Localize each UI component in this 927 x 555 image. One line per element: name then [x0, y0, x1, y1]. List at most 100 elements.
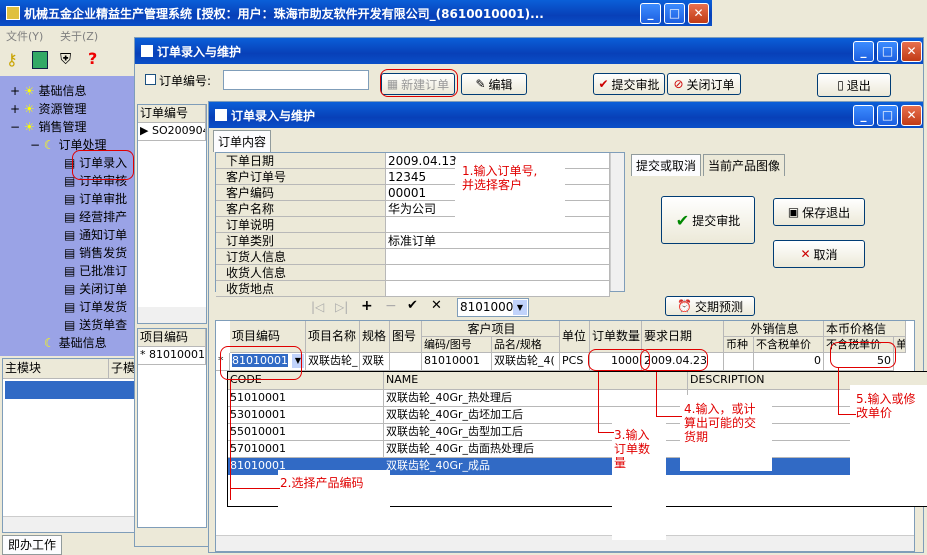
row-ex-tax-price[interactable]: 0 — [754, 353, 824, 371]
cancel-button[interactable]: ✕ 取消 — [773, 240, 865, 268]
sun-icon: ☀ — [23, 102, 35, 116]
detail-scrollbar[interactable] — [216, 535, 914, 551]
maximize-button[interactable]: □ — [664, 3, 685, 24]
front-close-button[interactable]: ✕ — [901, 105, 922, 126]
tree-item-shipping[interactable]: ▤ 销售发货 — [64, 244, 127, 261]
menu-about[interactable]: 关于(Z) — [60, 28, 98, 44]
tree-item-sales[interactable]: − ☀ 销售管理 — [10, 118, 86, 135]
back-close-button[interactable]: ✕ — [901, 41, 922, 62]
tree-item-resource[interactable]: + ☀ 资源管理 — [10, 100, 86, 117]
dropdown-row[interactable]: 55010001 双联齿轮_40Gr_齿型加工后 — [228, 424, 927, 441]
main-title-bar[interactable]: 机械五金企业精益生产管理系统 [授权：用户：珠海市助友软件开发有限公司_(861… — [0, 0, 712, 26]
tree-item-notify[interactable]: ▤ 通知订单 — [64, 226, 127, 243]
tree-label: 已批准订 — [79, 264, 128, 278]
save-exit-button[interactable]: ▣ 保存退出 — [773, 198, 865, 226]
nav-combo-value: 81010001 — [460, 300, 522, 314]
tree-item-basic-info-2[interactable]: ☾ 基础信息 — [44, 334, 107, 351]
header-currency: 币种 — [724, 337, 754, 353]
close-button[interactable]: ✕ — [688, 3, 709, 24]
menu-file[interactable]: 文件(Y) — [6, 28, 43, 44]
dropdown-row[interactable]: 53010001 双联齿轮_40Gr_齿坯加工后 — [228, 407, 927, 424]
submit-approval-button[interactable]: ✔ 提交审批 — [593, 73, 665, 95]
window-icon — [141, 45, 153, 57]
tree-item-approved[interactable]: ▤ 已批准订 — [64, 262, 127, 279]
tab-product-image[interactable]: 当前产品图像 — [703, 154, 786, 176]
forecast-button[interactable]: ⏰ 交期预测 — [665, 296, 755, 316]
field-value[interactable] — [386, 281, 610, 297]
first-record-icon[interactable]: |◁ — [311, 300, 324, 314]
row-unit[interactable]: PCS — [560, 353, 590, 371]
tree-item-order-ship[interactable]: ▤ 订单发货 — [64, 298, 127, 315]
tab-order-content[interactable]: 订单内容 — [213, 130, 272, 152]
dropdown-row[interactable]: 51010001 双联齿轮_40Gr_热处理后 — [228, 390, 927, 407]
fields-scrollbar[interactable] — [610, 153, 624, 291]
shield-icon[interactable]: ⛨ — [60, 50, 71, 68]
cancel-label: 取消 — [813, 247, 838, 262]
calculator-icon[interactable] — [32, 51, 48, 69]
item-list: 项目编码 * 81010001 — [137, 328, 207, 528]
order-list-row[interactable]: ▶ SO200904 — [138, 123, 206, 141]
discard-icon[interactable]: ✕ — [431, 298, 442, 313]
toolbar: ⚷ ⛨ ? — [0, 46, 140, 76]
order-list: 订单编号 ▶ SO200904 — [137, 104, 207, 324]
help-icon[interactable]: ? — [88, 49, 97, 68]
confirm-icon[interactable]: ✔ — [407, 298, 418, 313]
edit-icon: ✎ — [475, 77, 486, 91]
back-minimize-button[interactable]: _ — [853, 41, 874, 62]
back-maximize-button[interactable]: □ — [877, 41, 898, 62]
order-no-input[interactable] — [223, 70, 369, 90]
edit-button[interactable]: ✎ 编辑 — [461, 73, 527, 95]
tree-item-basic-info[interactable]: + ☀ 基础信息 — [10, 82, 86, 99]
add-record-icon[interactable]: + — [361, 298, 373, 314]
save-exit-label: 保存退出 — [802, 205, 851, 220]
horizontal-scrollbar[interactable] — [3, 516, 135, 532]
tree-label: 通知订单 — [79, 228, 128, 242]
submodule-header: 子模 — [109, 359, 137, 379]
sun-icon: ☀ — [23, 84, 35, 98]
tab-submit-label: 提交或取消 — [636, 159, 697, 173]
header-unit: 单位 — [560, 321, 590, 353]
row-cust-code[interactable]: 81010001 — [422, 353, 492, 371]
tree-item-delivery-query[interactable]: ▤ 送货单查 — [64, 316, 127, 333]
nav-combo[interactable]: 81010001 ▼ — [457, 298, 529, 317]
back-title-bar[interactable]: 订单录入与维护 — [135, 38, 923, 64]
row-cust-name[interactable]: 双联齿轮_4( — [492, 353, 560, 371]
dropdown-code: 51010001 — [228, 390, 384, 407]
exit-button[interactable]: ▯ 退出 — [817, 73, 891, 97]
tree-item-order-approve[interactable]: ▤ 订单审批 — [64, 190, 127, 207]
close-order-button[interactable]: ⊘ 关闭订单 — [667, 73, 741, 95]
tab-submit-cancel[interactable]: 提交或取消 — [631, 154, 702, 176]
annotation-5-line-v — [838, 368, 839, 414]
tree-label: 资源管理 — [38, 102, 87, 116]
field-value[interactable] — [386, 249, 610, 265]
no-entry-icon: ⊘ — [673, 77, 684, 91]
order-no-checkbox[interactable] — [145, 74, 156, 85]
tree-item-close-order[interactable]: ▤ 关闭订单 — [64, 280, 127, 297]
item-list-row[interactable]: * 81010001 — [138, 347, 206, 365]
row-spec[interactable]: 双联 — [360, 353, 390, 371]
sun-icon: ☀ — [23, 120, 35, 134]
front-maximize-button[interactable]: □ — [877, 105, 898, 126]
dropdown-code: 53010001 — [228, 407, 384, 424]
front-title-bar[interactable]: 订单录入与维护 — [209, 102, 923, 128]
module-selected-row[interactable] — [5, 381, 135, 399]
minimize-button[interactable]: _ — [640, 3, 661, 24]
row-drawing[interactable] — [390, 353, 422, 371]
field-value[interactable] — [386, 265, 610, 281]
header-customer-item: 客户项目 — [422, 321, 560, 337]
front-minimize-button[interactable]: _ — [853, 105, 874, 126]
tree-item-scheduling[interactable]: ▤ 经营排产 — [64, 208, 127, 225]
field-value[interactable]: 标准订单 — [386, 233, 610, 249]
save-icon: ▣ — [787, 205, 800, 219]
remove-record-icon[interactable]: − — [385, 298, 397, 314]
row-item-name[interactable]: 双联齿轮_ — [306, 353, 360, 371]
status-tab[interactable]: 即办工作 — [2, 535, 62, 555]
key-icon[interactable]: ⚷ — [6, 50, 18, 69]
dropdown-row[interactable]: 57010001 双联齿轮_40Gr_齿面热处理后 — [228, 441, 927, 458]
order-list-scrollbar[interactable] — [138, 307, 206, 323]
field-label: 客户编码 — [216, 185, 386, 201]
row-currency[interactable] — [724, 353, 754, 371]
last-record-icon[interactable]: ▷| — [335, 300, 348, 314]
big-submit-button[interactable]: ✔ 提交审批 — [661, 196, 755, 244]
annotation-3-line3: 量 — [614, 456, 627, 470]
